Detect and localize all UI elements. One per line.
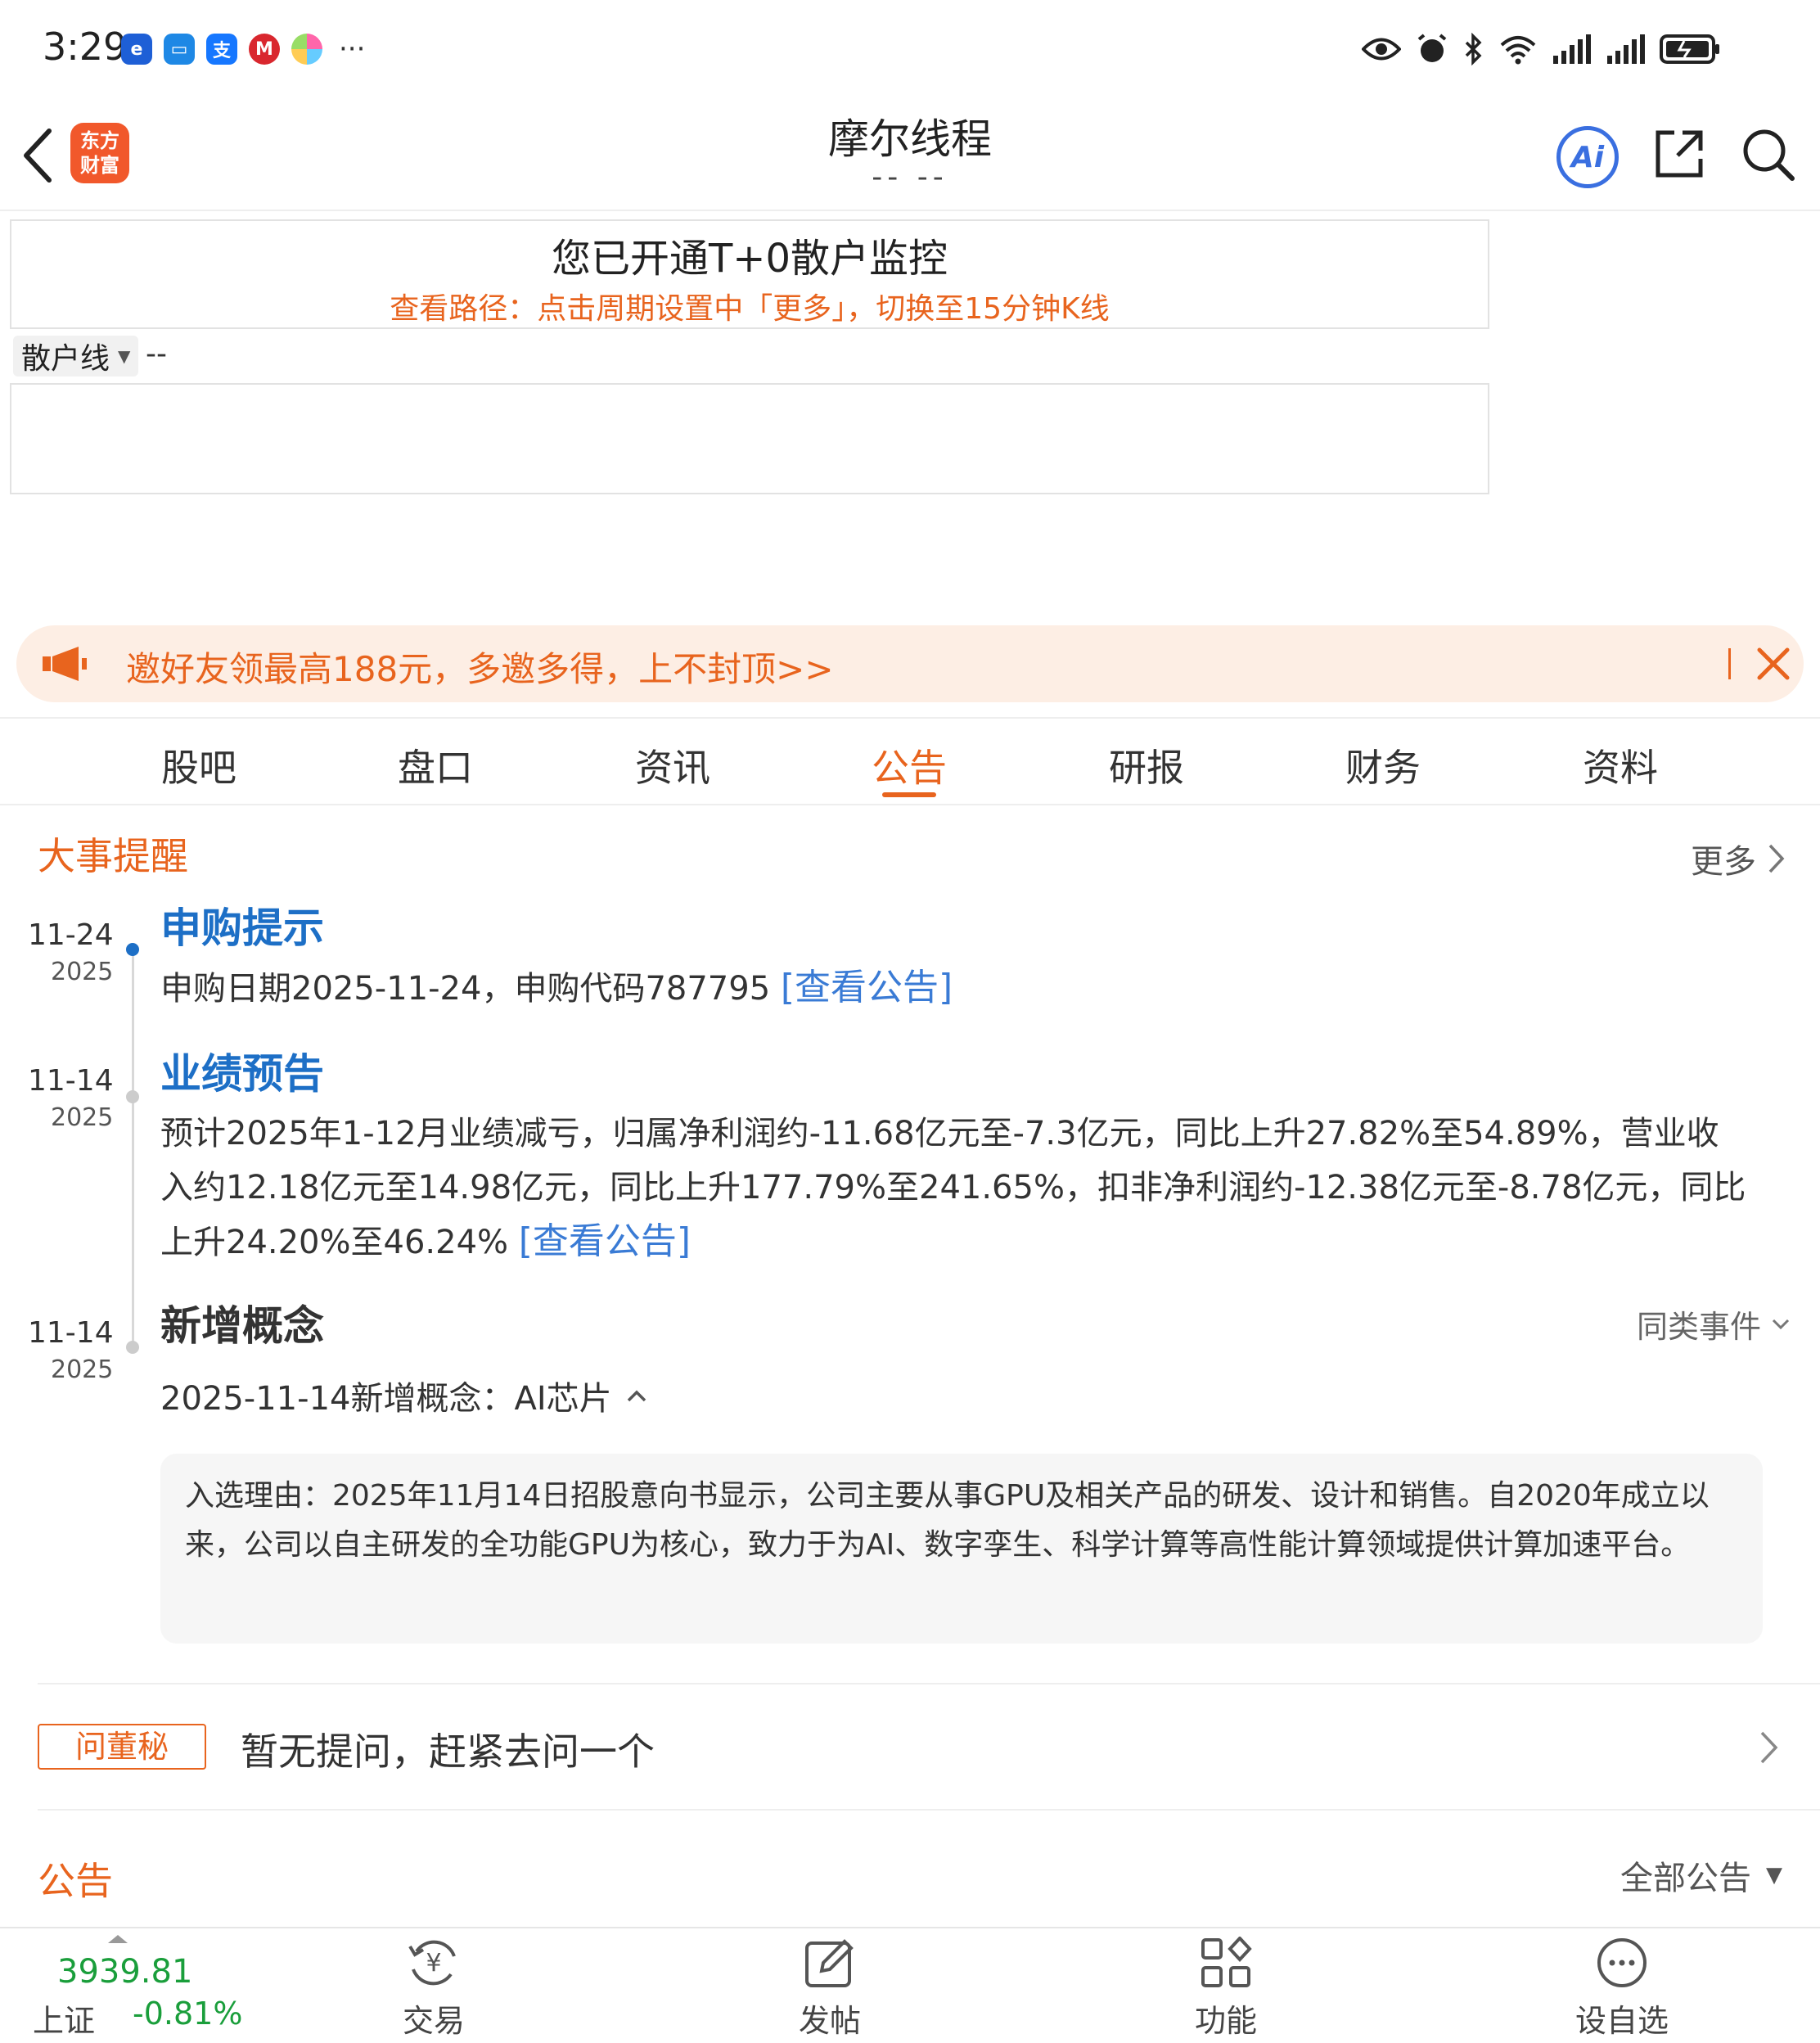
banner-divider <box>1728 648 1731 679</box>
notification-icons: e ▭ 支 M ··· <box>121 33 365 65</box>
tab-announcements[interactable]: 公告 <box>827 738 991 792</box>
similar-events-dropdown[interactable]: 同类事件 <box>1637 1301 1791 1346</box>
yuan-exchange-icon: ¥ <box>408 1940 456 1986</box>
event-date: 11-14 <box>28 1064 114 1098</box>
chevron-right-icon[interactable] <box>1759 1730 1779 1765</box>
event-title: 新增概念 <box>160 1302 324 1350</box>
trade-button[interactable]: ¥ 交易 <box>368 1937 499 2041</box>
post-button[interactable]: 发帖 <box>764 1937 895 2041</box>
announcements-filter-dropdown[interactable]: 全部公告 ▼ <box>1620 1851 1782 1899</box>
events-more-link[interactable]: 更多 <box>1691 835 1786 882</box>
t0-path-hint[interactable]: 查看路径：点击周期设置中「更多」，切换至15分钟K线 <box>11 285 1488 327</box>
expand-arrow-icon[interactable] <box>108 1935 128 1943</box>
announcements-title: 公告 <box>38 1859 113 1903</box>
shanghai-index-name[interactable]: 上证 <box>33 1996 95 2041</box>
concept-toggle[interactable]: 2025-11-14新增概念：AI芯片 <box>160 1372 648 1419</box>
caret-down-icon: ▼ <box>1766 1863 1782 1887</box>
bottom-toolbar: 3939.81 上证 -0.81% ¥ 交易 发帖 功能 设自选 <box>0 1927 1820 2043</box>
active-tab-indicator <box>882 792 936 797</box>
invite-text[interactable]: 邀好友领最高188元，多邀多得，上不封顶>> <box>126 642 834 692</box>
tab-guba[interactable]: 股吧 <box>117 738 281 792</box>
t0-title: 您已开通T+0散户监控 <box>551 236 948 282</box>
close-icon[interactable] <box>1755 645 1792 683</box>
t0-monitor-panel: 您已开通T+0散户监控 查看路径：点击周期设置中「更多」，切换至15分钟K线 <box>10 219 1489 329</box>
event-description: 申购日期2025-11-24，申购代码787795 [查看公告] <box>160 967 953 1008</box>
ask-secretary-text[interactable]: 暂无提问，赶紧去问一个 <box>241 1722 655 1776</box>
page-title: 摩尔线程 <box>828 115 992 163</box>
divider <box>38 1809 1820 1811</box>
megaphone-icon <box>43 647 87 681</box>
invite-banner[interactable]: 邀好友领最高188元，多邀多得，上不封顶>> <box>16 625 1804 702</box>
caret-down-icon: ▼ <box>118 346 131 366</box>
retail-line-dropdown[interactable]: 散户线 ▼ <box>13 336 139 377</box>
bluetooth-icon <box>1465 33 1482 65</box>
event-year: 2025 <box>51 1103 114 1132</box>
divider <box>38 1683 1820 1684</box>
battery-icon <box>1660 34 1719 64</box>
price-placeholder: -- -- <box>872 160 948 194</box>
status-bar: 3:29 e ▭ 支 M ··· <box>0 0 1820 98</box>
retail-line-chart <box>10 383 1489 494</box>
event-year: 2025 <box>51 1355 114 1384</box>
more-notifications-icon: ··· <box>339 33 366 65</box>
status-time: 3:29 <box>43 25 128 69</box>
view-announcement-link[interactable]: [查看公告] <box>781 967 953 1008</box>
signal-2-icon <box>1607 34 1645 64</box>
ai-assistant-button[interactable]: Ai <box>1556 126 1619 188</box>
event-date: 11-14 <box>28 1316 114 1350</box>
event-year: 2025 <box>51 958 114 986</box>
more-circle-icon <box>1597 1938 1647 1987</box>
chevron-up-icon <box>627 1390 646 1402</box>
events-section-title: 大事提醒 <box>38 834 188 878</box>
tab-finance[interactable]: 财务 <box>1301 738 1465 792</box>
system-icons <box>1362 33 1722 65</box>
tab-news[interactable]: 资讯 <box>591 738 755 792</box>
chevron-right-icon <box>1768 844 1785 873</box>
timeline-dot <box>126 1341 139 1354</box>
message-notification-icon: ▭ <box>164 34 195 65</box>
signal-1-icon <box>1553 34 1591 64</box>
wifi-icon <box>1500 36 1536 65</box>
alarm-icon <box>1417 34 1447 62</box>
share-icon[interactable] <box>1653 128 1705 180</box>
apps-grid-icon <box>1201 1937 1252 1987</box>
chevron-down-icon <box>1772 1319 1790 1329</box>
event-title[interactable]: 业绩预告 <box>160 1041 324 1100</box>
timeline-line <box>132 949 134 1346</box>
section-tabs: 股吧 盘口 资讯 公告 研报 财务 资料 <box>0 717 1820 805</box>
tab-pankou[interactable]: 盘口 <box>354 738 517 792</box>
tab-profile[interactable]: 资料 <box>1538 738 1702 792</box>
eye-icon <box>1362 38 1401 61</box>
bank-notification-icon: M <box>249 34 280 65</box>
search-icon[interactable] <box>1741 128 1795 182</box>
svg-text:¥: ¥ <box>426 1949 441 1978</box>
event-description: 预计2025年1-12月业绩减亏，归属净利润约-11.68亿元至-7.3亿元，同… <box>160 1115 1746 1262</box>
timeline-dot-active <box>126 943 139 956</box>
concept-reason-box: 入选理由：2025年11月14日招股意向书显示，公司主要从事GPU及相关产品的研… <box>160 1454 1763 1644</box>
functions-button[interactable]: 功能 <box>1160 1937 1291 2041</box>
event-date: 11-24 <box>28 918 114 952</box>
photos-notification-icon <box>291 34 322 65</box>
alipay-notification-icon: 支 <box>206 34 237 65</box>
add-watchlist-button[interactable]: 设自选 <box>1556 1937 1687 2041</box>
shanghai-index-value[interactable]: 3939.81 <box>57 1953 192 1991</box>
shanghai-index-change[interactable]: -0.81% <box>133 1996 242 2032</box>
timeline-dot <box>126 1090 139 1103</box>
retail-line-value: -- <box>146 337 167 371</box>
event-title[interactable]: 申购提示 <box>160 895 324 954</box>
browser-notification-icon: e <box>121 34 152 65</box>
tab-research[interactable]: 研报 <box>1065 738 1228 792</box>
view-announcement-link[interactable]: [查看公告] <box>519 1220 691 1262</box>
stock-header: 东方 财富 摩尔线程 -- -- Ai <box>0 98 1820 211</box>
edit-icon <box>805 1939 854 1987</box>
ask-secretary-badge[interactable]: 问董秘 <box>38 1724 206 1770</box>
